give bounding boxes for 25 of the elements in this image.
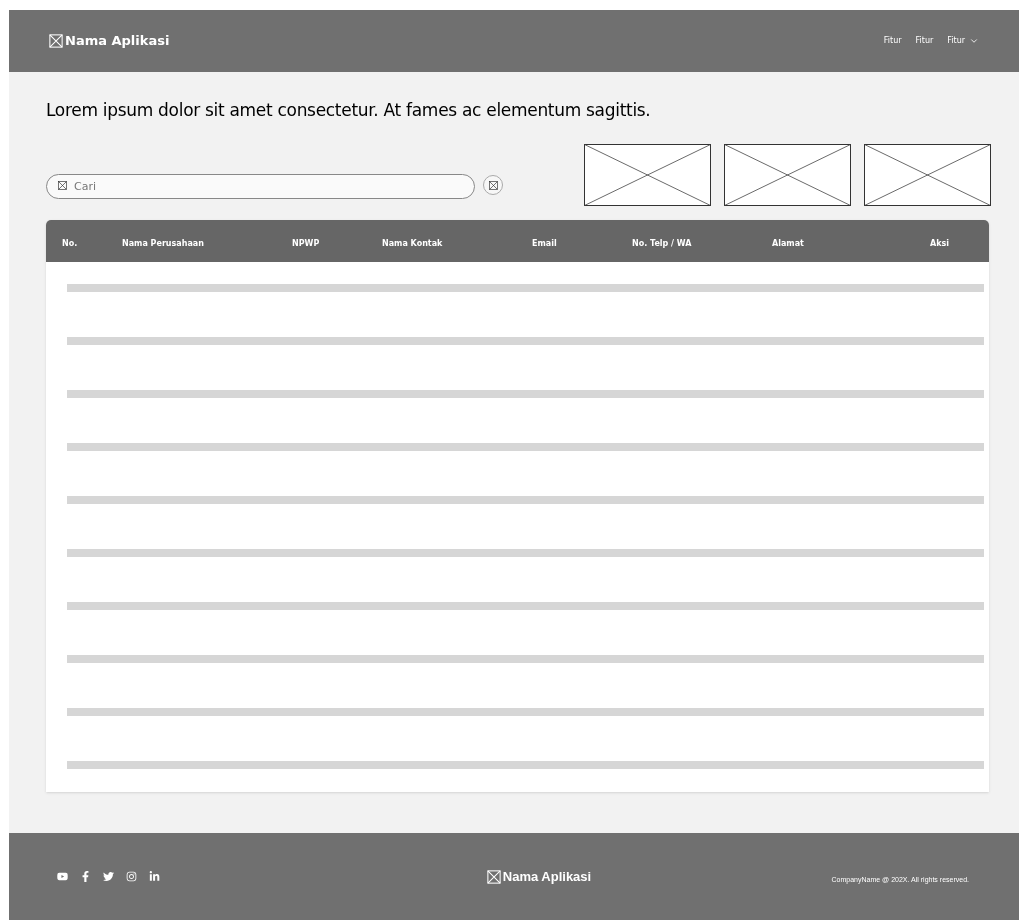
logo-icon <box>486 869 501 884</box>
app-name: Nama Aplikasi <box>65 32 170 51</box>
nav-link[interactable]: Fitur <box>883 35 902 47</box>
column-header: Aksi <box>930 238 949 248</box>
facebook-icon[interactable] <box>80 871 91 882</box>
clear-button[interactable] <box>483 175 503 195</box>
search-field[interactable]: Cari <box>46 173 475 199</box>
nav-link[interactable]: Fitur <box>915 35 934 47</box>
camera-icon[interactable] <box>126 871 137 882</box>
column-header: NPWP <box>292 238 320 248</box>
app-name: Nama Aplikasi <box>502 867 592 886</box>
bird-icon[interactable] <box>103 871 114 882</box>
logo-icon <box>49 34 63 48</box>
nav-dropdown[interactable]: Fitur <box>947 35 979 47</box>
linkedin-icon[interactable] <box>149 871 160 882</box>
column-header: No. Telp / WA <box>632 238 692 248</box>
column-header: Nama Perusahaan <box>122 238 204 248</box>
column-header: Nama Kontak <box>382 238 443 248</box>
column-header: No. <box>62 238 78 248</box>
column-header: Email <box>532 238 557 248</box>
close-icon <box>488 180 498 190</box>
video-play-icon[interactable] <box>57 871 68 882</box>
chevron-down-icon <box>969 36 979 46</box>
headline: Lorem ipsum dolor sit amet consectetur. At fames ac elementum sagittis. <box>46 99 652 122</box>
column-header: Alamat <box>772 238 804 248</box>
